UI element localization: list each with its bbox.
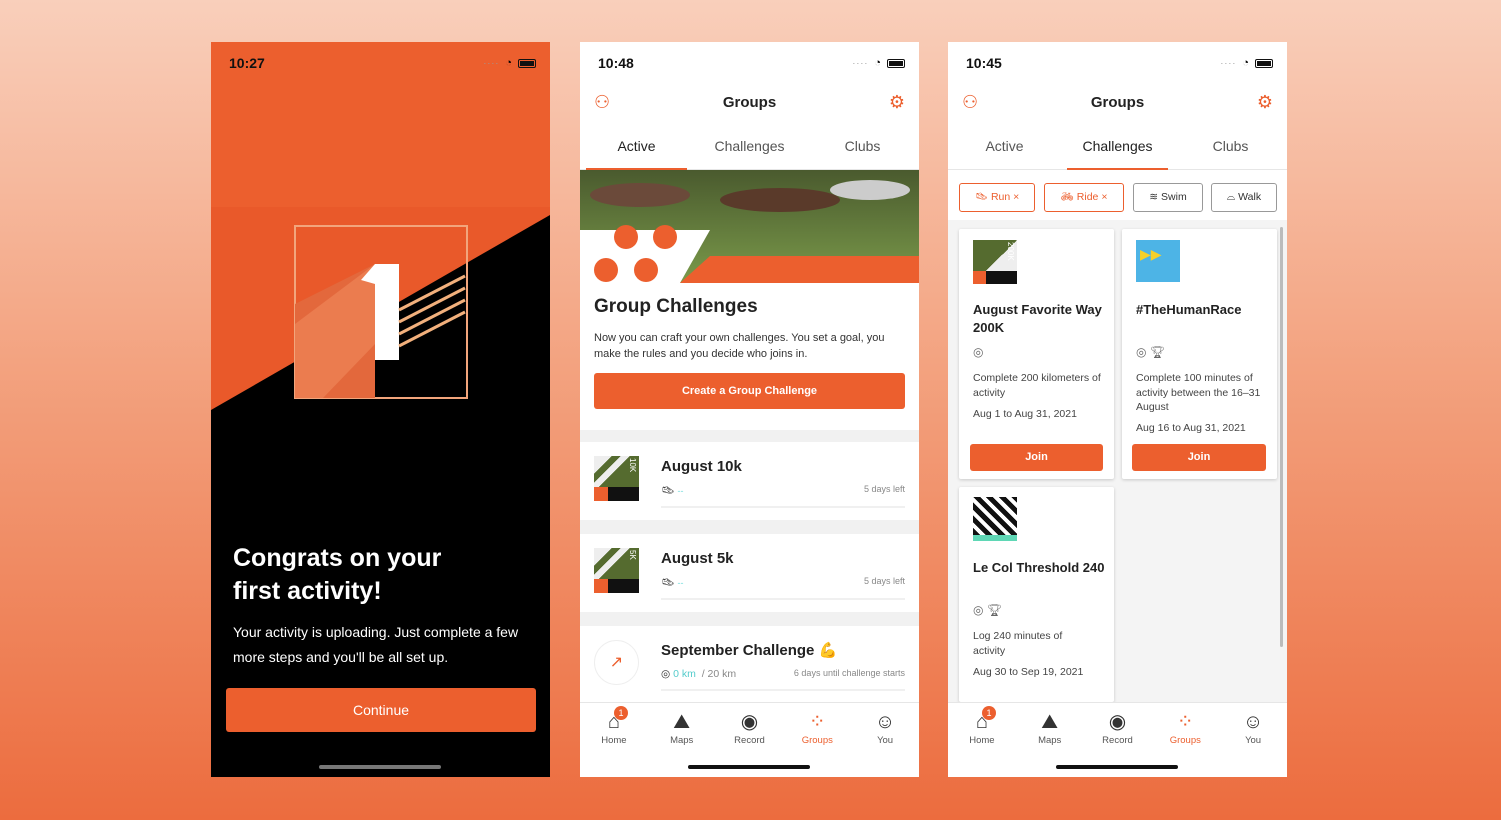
card-title: Le Col Threshold 240	[973, 560, 1105, 575]
divider	[580, 430, 919, 442]
record-icon: ◉	[1108, 711, 1127, 733]
notification-badge: 1	[614, 706, 628, 720]
filter-ride[interactable]: 🚲︎ Ride ×	[1044, 183, 1124, 212]
notification-badge: 1	[982, 706, 996, 720]
multisport-icon: ◎	[661, 668, 671, 680]
first-activity-badge-icon	[294, 225, 468, 399]
august-10k-badge-icon: 10K	[594, 456, 639, 501]
days-until-start: 6 days until challenge starts	[793, 668, 905, 678]
scrollbar[interactable]	[1280, 227, 1283, 647]
settings-gear-icon[interactable]: ⚙	[1257, 92, 1273, 113]
status-time: 10:48	[598, 55, 634, 71]
map-icon: ⛰	[1041, 711, 1059, 733]
groups-dots-icon: ⁘	[1176, 711, 1194, 733]
multisport-icon: ◎	[973, 345, 984, 359]
record-icon: ◉	[740, 711, 759, 733]
header-title: Groups	[722, 94, 777, 111]
tab-active[interactable]: Active	[948, 122, 1061, 169]
header-title: Groups	[1090, 94, 1145, 111]
shoe-icon: 👟︎	[661, 485, 675, 497]
congrats-body: Your activity is uploading. Just complet…	[233, 624, 519, 665]
card-title: August Favorite Way 200K	[973, 302, 1102, 335]
challenge-card-human-race[interactable]: ▶▶ #TheHumanRace ◎ 🏆︎ Complete 100 minut…	[1122, 229, 1277, 479]
challenge-row-august-10k[interactable]: 10K August 10k 👟︎ -- 5 days left	[580, 442, 919, 520]
card-description: Complete 200 kilometers of activity	[973, 372, 1101, 399]
status-time: 10:27	[229, 55, 265, 71]
map-icon: ⛰	[673, 711, 691, 733]
filter-run[interactable]: 👟︎ Run ×	[959, 183, 1035, 212]
remove-filter-icon[interactable]: ×	[1013, 191, 1019, 203]
join-button[interactable]: Join	[970, 444, 1103, 471]
row-meta: ◎ 0 km / 20 km 6 days until challenge sta…	[661, 668, 905, 691]
status-icons: ···· ◔	[1220, 57, 1273, 69]
divider	[580, 520, 919, 534]
tab-challenges[interactable]: Challenges	[693, 122, 806, 169]
remove-filter-icon[interactable]: ×	[1101, 191, 1107, 203]
status-icons: ···· ◔	[483, 57, 536, 69]
card-dates: Aug 16 to Aug 31, 2021	[1136, 422, 1246, 434]
create-group-challenge-button[interactable]: Create a Group Challenge	[594, 373, 905, 409]
group-challenges-hero-image	[580, 170, 919, 283]
tab-bar: Active Challenges Clubs	[580, 122, 919, 170]
card-title: #TheHumanRace	[1136, 302, 1242, 317]
card-dates: Aug 30 to Sep 19, 2021	[973, 666, 1084, 678]
row-title: August 5k	[661, 550, 734, 567]
filter-swim[interactable]: ≋ Swim	[1133, 183, 1203, 212]
phone-groups-challenges: 10:45 ···· ◔ ⚇ Groups ⚙ Active Challenges…	[948, 42, 1287, 777]
nav-home[interactable]: ⌂ 1 Home	[580, 703, 648, 777]
congrats-title: Congrats on your first activity!	[233, 544, 442, 605]
tab-challenges[interactable]: Challenges	[1061, 122, 1174, 170]
row-meta: 👟︎ -- 5 days left	[661, 484, 905, 508]
continue-button[interactable]: Continue	[226, 688, 536, 732]
settings-gear-icon[interactable]: ⚙	[889, 92, 905, 113]
row-title: September Challenge 💪	[661, 642, 838, 659]
profile-icon: ☺	[1242, 711, 1264, 733]
profile-icon: ☺	[874, 711, 896, 733]
challenge-card-august-200k[interactable]: 200K August Favorite Way 200K ◎ Complete…	[959, 229, 1114, 479]
hero-body: Now you can craft your own challenges. Y…	[594, 332, 885, 360]
le-col-badge-icon	[973, 497, 1017, 541]
tab-clubs[interactable]: Clubs	[1174, 122, 1287, 169]
multisport-trophy-icon: ◎ 🏆︎	[1136, 345, 1166, 359]
tab-bar: Active Challenges Clubs	[948, 122, 1287, 170]
trend-arrow-icon: ↗	[594, 640, 639, 685]
challenge-row-august-5k[interactable]: 5K August 5k 👟︎ -- 5 days left	[580, 534, 919, 612]
card-description: Log 240 minutes of activity	[973, 630, 1063, 657]
waves-icon: ≋	[1149, 191, 1159, 203]
hero-title: Group Challenges	[594, 296, 758, 317]
nav-home[interactable]: ⌂ 1 Home	[948, 703, 1016, 777]
join-button[interactable]: Join	[1132, 444, 1266, 471]
shoe-icon: 👟︎	[974, 191, 989, 203]
multisport-trophy-icon: ◎ 🏆︎	[973, 603, 1003, 617]
shoe-icon: 👟︎	[661, 577, 675, 589]
card-description: Complete 100 minutes of activity between…	[1136, 372, 1261, 413]
200k-badge-icon: 200K	[973, 240, 1017, 284]
home-indicator	[1056, 765, 1178, 769]
days-left: 5 days left	[863, 484, 905, 494]
home-indicator	[688, 765, 810, 769]
phone-groups-active: 10:48 ···· ◔ ⚇ Groups ⚙ Active Challenges…	[580, 42, 919, 777]
bike-icon: 🚲︎	[1060, 191, 1074, 203]
sneaker-icon: ⌓	[1226, 191, 1236, 203]
groups-dots-icon: ⁘	[808, 711, 826, 733]
tab-clubs[interactable]: Clubs	[806, 122, 919, 169]
row-meta: 👟︎ -- 5 days left	[661, 576, 905, 600]
nav-you[interactable]: ☺ You	[851, 703, 919, 777]
challenge-card-le-col[interactable]: Le Col Threshold 240 ◎ 🏆︎ Log 240 minute…	[959, 487, 1114, 702]
challenge-row-september[interactable]: ↗ September Challenge 💪 ◎ 0 km / 20 km 6 …	[580, 626, 919, 704]
status-time: 10:45	[966, 55, 1002, 71]
status-icons: ···· ◔	[852, 57, 905, 69]
phone-congrats-screen: 10:27 ···· ◔ Congrats on your first activ…	[211, 42, 550, 777]
nav-you[interactable]: ☺ You	[1219, 703, 1287, 777]
human-race-badge-icon: ▶▶	[1136, 240, 1180, 282]
card-dates: Aug 1 to Aug 31, 2021	[973, 408, 1077, 420]
filter-walk[interactable]: ⌓ Walk	[1211, 183, 1277, 212]
days-left: 5 days left	[863, 576, 905, 586]
home-indicator	[319, 765, 441, 769]
tab-active[interactable]: Active	[580, 122, 693, 170]
divider	[580, 612, 919, 626]
row-title: August 10k	[661, 458, 742, 475]
august-5k-badge-icon: 5K	[594, 548, 639, 593]
